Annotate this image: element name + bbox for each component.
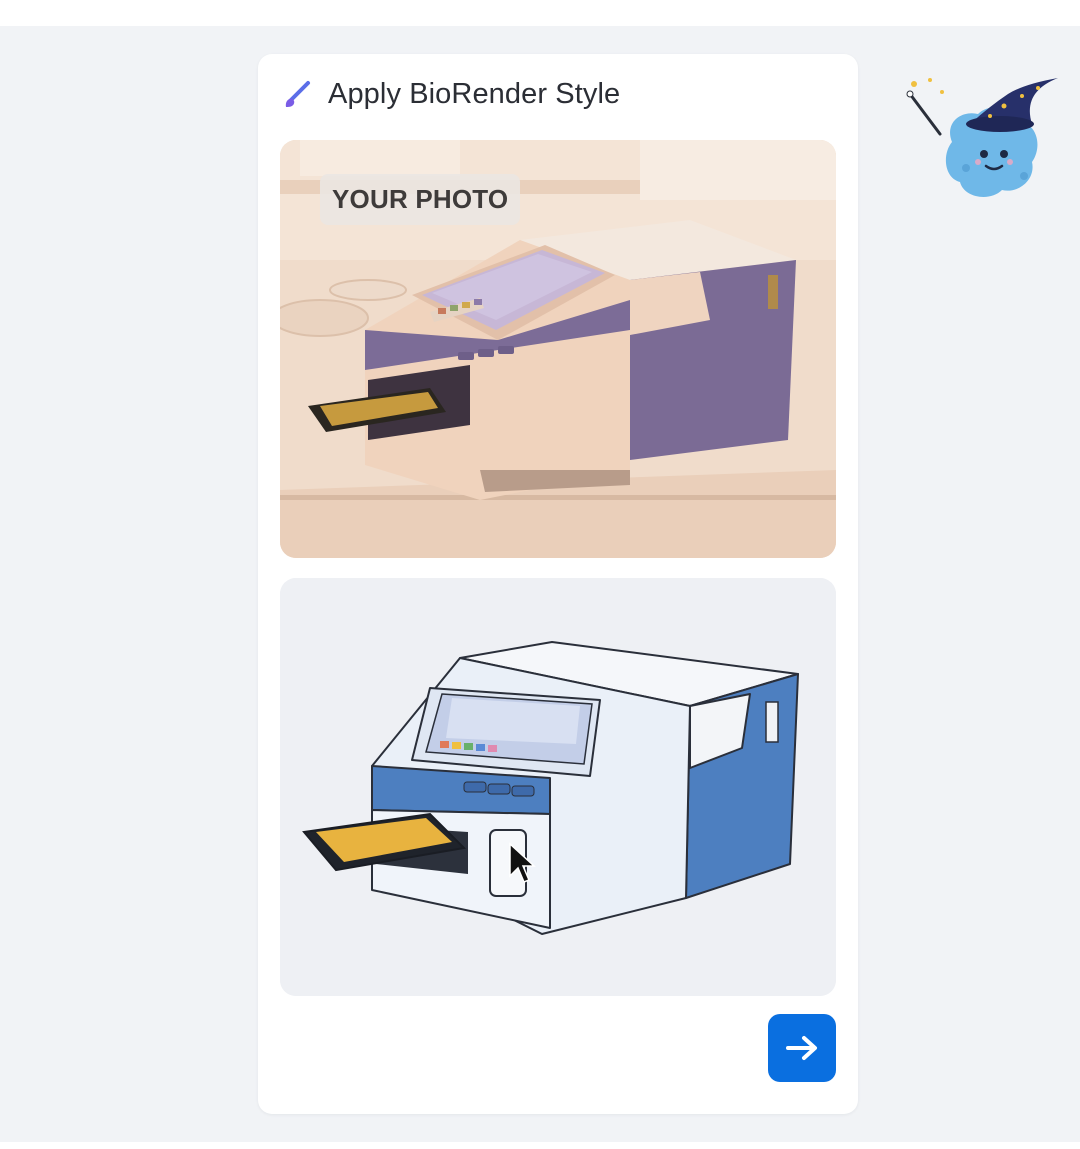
card-title: Apply BioRender Style xyxy=(328,77,621,110)
your-photo-label: YOUR PHOTO xyxy=(320,174,521,225)
next-button[interactable] xyxy=(768,1014,836,1082)
style-card: Apply BioRender Style YOUR PHOTO xyxy=(258,54,858,1114)
plate-reader-illustration xyxy=(280,578,836,996)
wizard-mascot-icon xyxy=(904,72,1068,212)
arrow-right-icon xyxy=(786,1036,817,1060)
card-header: Apply BioRender Style xyxy=(280,76,620,112)
original-photo-panel: YOUR PHOTO xyxy=(280,140,836,558)
styled-illustration-panel xyxy=(280,578,836,996)
paintbrush-icon xyxy=(285,81,310,107)
